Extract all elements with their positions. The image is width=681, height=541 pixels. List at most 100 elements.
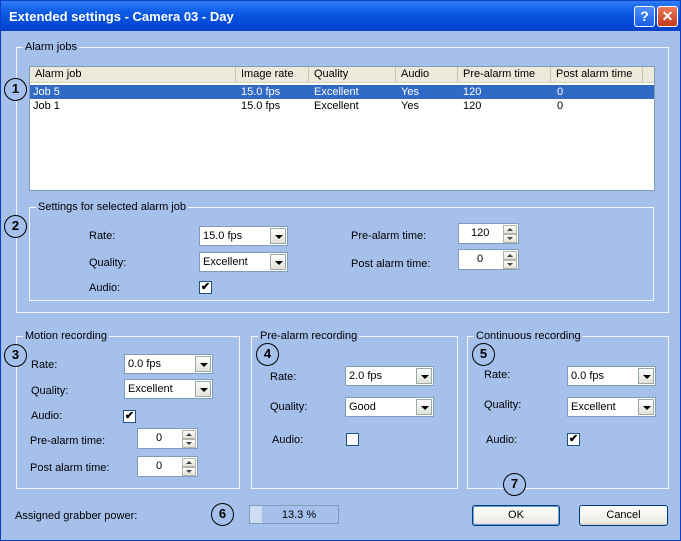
column-header-image-rate[interactable]: Image rate [236, 67, 309, 83]
prealarm-recording-label: Pre-alarm recording [258, 330, 360, 342]
spin-up-icon[interactable] [182, 430, 196, 439]
column-header-audio[interactable]: Audio [396, 67, 458, 83]
cell-quality: Excellent [314, 100, 359, 112]
motion-pre-alarm-value: 0 [156, 432, 163, 444]
cell-rate: 15.0 fps [241, 86, 281, 98]
cell-rate: 15.0 fps [241, 100, 281, 112]
prealarm-audio-label: Audio: [272, 434, 304, 446]
prealarm-rate-label: Rate: [270, 371, 297, 383]
spin-up-icon[interactable] [503, 251, 517, 260]
cell-audio: Yes [401, 86, 419, 98]
prealarm-quality-label: Quality: [270, 401, 308, 413]
continuous-audio-label: Audio: [486, 434, 518, 446]
column-header-quality[interactable]: Quality [309, 67, 396, 83]
motion-rate-select[interactable]: 0.0 fps [124, 354, 213, 374]
prealarm-audio-checkbox[interactable] [346, 433, 359, 446]
chevron-down-icon[interactable] [638, 399, 654, 415]
spin-down-icon[interactable] [503, 260, 517, 269]
chevron-down-icon[interactable] [270, 228, 286, 244]
motion-audio-checkbox[interactable]: ✔ [123, 410, 136, 423]
continuous-audio-checkbox[interactable]: ✔ [567, 433, 580, 446]
motion-rate-value: 0.0 fps [128, 358, 162, 370]
extended-settings-dialog: Extended settings - Camera 03 - Day ? ✕ … [0, 0, 681, 541]
motion-quality-label: Quality: [31, 385, 69, 397]
selected-rate-label: Rate: [89, 230, 116, 242]
selected-job-group: Settings for selected alarm job [29, 201, 654, 301]
callout-5: 5 [472, 343, 495, 366]
cell-job: Job 5 [33, 86, 60, 98]
cell-job: Job 1 [33, 100, 60, 112]
cell-post: 0 [557, 100, 564, 112]
selected-pre-alarm-value: 120 [471, 227, 490, 239]
selected-post-alarm-stepper[interactable]: 0 [458, 249, 519, 270]
continuous-rate-label: Rate: [484, 369, 511, 381]
selected-job-label: Settings for selected alarm job [36, 201, 188, 213]
callout-4: 4 [256, 343, 279, 366]
spin-down-icon[interactable] [182, 467, 196, 476]
cell-pre: 120 [463, 86, 482, 98]
chevron-down-icon[interactable] [416, 399, 432, 415]
callout-1: 1 [4, 78, 27, 101]
selected-quality-select[interactable]: Excellent [199, 252, 288, 272]
continuous-rate-select[interactable]: 0.0 fps [567, 366, 656, 386]
motion-post-alarm-value: 0 [156, 460, 163, 472]
callout-6: 6 [211, 503, 234, 526]
selected-pre-alarm-stepper[interactable]: 120 [458, 223, 519, 244]
grabber-power-label: Assigned grabber power: [15, 510, 138, 522]
callout-2: 2 [4, 215, 27, 238]
table-row[interactable]: Job 5 15.0 fps Excellent Yes 120 0 [30, 85, 654, 99]
selected-audio-checkbox[interactable]: ✔ [199, 281, 212, 294]
callout-7: 7 [503, 473, 526, 496]
grabber-power-value: 13.3 % [281, 509, 317, 521]
spin-down-icon[interactable] [182, 439, 196, 448]
title-bar[interactable]: Extended settings - Camera 03 - Day ? ✕ [1, 1, 680, 31]
column-header-pre-alarm[interactable]: Pre-alarm time [458, 67, 551, 83]
motion-quality-select[interactable]: Excellent [124, 379, 213, 399]
motion-rate-label: Rate: [31, 359, 58, 371]
motion-pre-alarm-label: Pre-alarm time: [30, 435, 106, 447]
spin-down-icon[interactable] [503, 234, 517, 243]
selected-post-alarm-label: Post alarm time: [351, 258, 431, 270]
selected-pre-alarm-label: Pre-alarm time: [351, 230, 427, 242]
selected-quality-value: Excellent [203, 256, 248, 268]
callout-3: 3 [4, 344, 27, 367]
chevron-down-icon[interactable] [195, 381, 211, 397]
prealarm-quality-select[interactable]: Good [345, 397, 434, 417]
column-header-post-alarm[interactable]: Post alarm time [551, 67, 643, 83]
prealarm-rate-value: 2.0 fps [349, 370, 383, 382]
motion-post-alarm-label: Post alarm time: [30, 462, 110, 474]
alarm-jobs-header: Alarm job Image rate Quality Audio Pre-a… [30, 67, 654, 83]
selected-quality-label: Quality: [89, 257, 127, 269]
spin-up-icon[interactable] [503, 225, 517, 234]
continuous-recording-label: Continuous recording [474, 330, 583, 342]
chevron-down-icon[interactable] [638, 368, 654, 384]
selected-audio-label: Audio: [89, 282, 121, 294]
motion-quality-value: Excellent [128, 383, 173, 395]
chevron-down-icon[interactable] [416, 368, 432, 384]
alarm-jobs-list[interactable]: Alarm job Image rate Quality Audio Pre-a… [29, 66, 655, 191]
grabber-power-bar: 13.3 % [249, 505, 339, 524]
selected-rate-value: 15.0 fps [203, 230, 243, 242]
continuous-quality-value: Excellent [571, 401, 616, 413]
cancel-button[interactable]: Cancel [579, 505, 668, 526]
table-row[interactable]: Job 1 15.0 fps Excellent Yes 120 0 [30, 99, 654, 113]
selected-post-alarm-value: 0 [477, 253, 484, 265]
prealarm-rate-select[interactable]: 2.0 fps [345, 366, 434, 386]
chevron-down-icon[interactable] [270, 254, 286, 270]
motion-audio-label: Audio: [31, 410, 63, 422]
prealarm-quality-value: Good [349, 401, 376, 413]
cell-post: 0 [557, 86, 564, 98]
alarm-jobs-label: Alarm jobs [23, 41, 79, 53]
cell-audio: Yes [401, 100, 419, 112]
motion-post-alarm-stepper[interactable]: 0 [137, 456, 198, 477]
column-header-alarm-job[interactable]: Alarm job [30, 67, 236, 83]
spin-up-icon[interactable] [182, 458, 196, 467]
continuous-quality-select[interactable]: Excellent [567, 397, 656, 417]
continuous-quality-label: Quality: [484, 399, 522, 411]
ok-button[interactable]: OK [472, 505, 560, 526]
chevron-down-icon[interactable] [195, 356, 211, 372]
motion-pre-alarm-stepper[interactable]: 0 [137, 428, 198, 449]
help-button[interactable]: ? [634, 6, 655, 27]
selected-rate-select[interactable]: 15.0 fps [199, 226, 288, 246]
close-button[interactable]: ✕ [657, 6, 678, 27]
